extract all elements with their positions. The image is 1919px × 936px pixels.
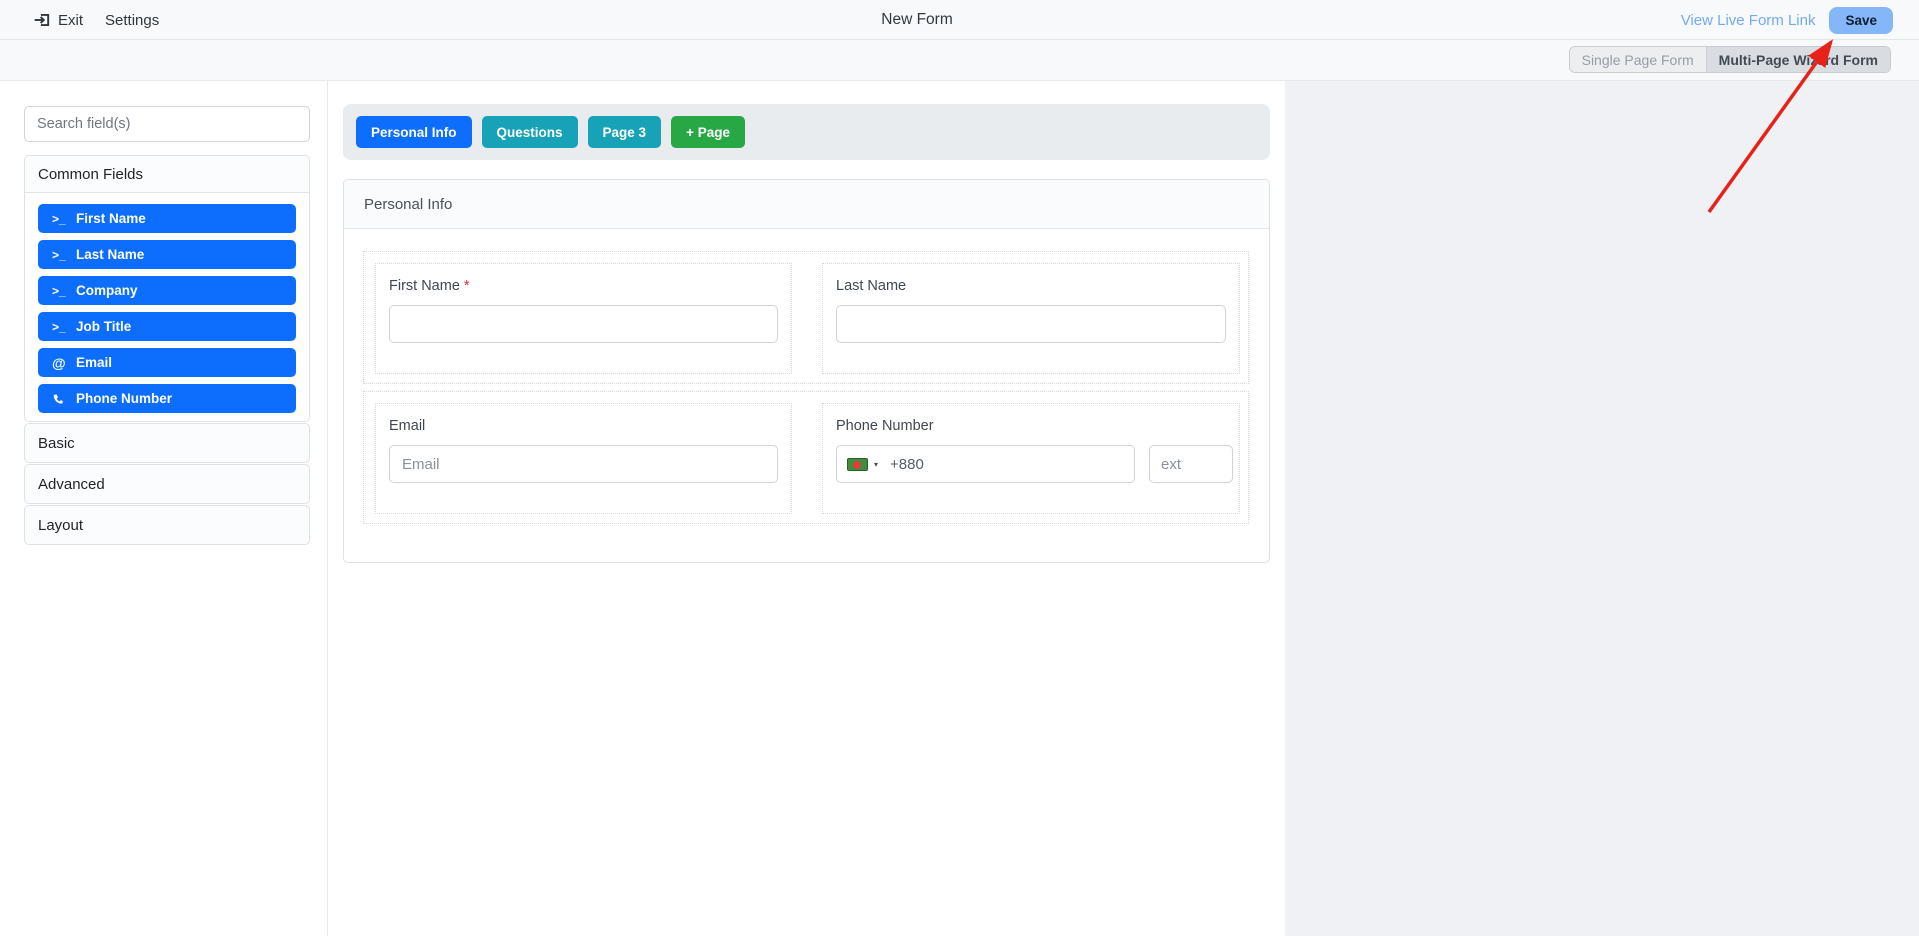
field-button-job-title[interactable]: >_ Job Title [38, 312, 296, 341]
field-block-first-name[interactable]: First Name * [375, 263, 792, 374]
tab-page-3[interactable]: Page 3 [587, 116, 662, 148]
mode-toggle-bar: Single Page Form Multi-Page Wizard Form [0, 40, 1919, 81]
form-mode-toggle-group: Single Page Form Multi-Page Wizard Form [1568, 46, 1891, 73]
common-fields-panel: Common Fields >_ First Name >_ Last Name… [24, 155, 310, 422]
sidebar-section-advanced[interactable]: Advanced [24, 464, 310, 504]
field-button-label: Company [76, 283, 138, 298]
at-icon: @ [52, 354, 66, 371]
field-button-label: Job Title [76, 319, 132, 334]
sidebar-section-basic[interactable]: Basic [24, 423, 310, 463]
save-button[interactable]: Save [1829, 6, 1893, 34]
terminal-input-icon: >_ [52, 283, 66, 298]
required-asterisk: * [463, 278, 470, 294]
settings-button[interactable]: Settings [105, 12, 159, 29]
form-page-title: Personal Info [344, 180, 1269, 229]
exit-icon [33, 11, 51, 29]
field-button-label: Last Name [76, 247, 145, 262]
field-label: Phone Number [836, 418, 934, 434]
search-fields-input[interactable] [24, 106, 310, 142]
form-row: First Name * Last Name [363, 251, 1249, 384]
add-page-button[interactable]: + Page [671, 116, 745, 148]
view-live-form-link[interactable]: View Live Form Link [1681, 12, 1816, 29]
tab-questions[interactable]: Questions [481, 116, 578, 148]
sidebar-divider [327, 81, 328, 936]
single-page-form-toggle[interactable]: Single Page Form [1569, 47, 1706, 72]
field-label: Last Name [836, 278, 907, 294]
field-block-last-name[interactable]: Last Name [822, 263, 1240, 374]
terminal-input-icon: >_ [52, 247, 66, 262]
form-row: Email Phone Number ▾ +880 [363, 391, 1249, 524]
terminal-input-icon: >_ [52, 211, 66, 226]
phone-icon [52, 392, 76, 405]
page-tabs-bar: Personal Info Questions Page 3 + Page [343, 104, 1270, 160]
form-page-card: Personal Info First Name * Last Name Emai… [343, 179, 1270, 563]
field-block-email[interactable]: Email [375, 403, 792, 514]
exit-button[interactable]: Exit [33, 11, 83, 29]
exit-label: Exit [58, 11, 84, 29]
field-button-phone-number[interactable]: Phone Number [38, 384, 296, 413]
terminal-input-icon: >_ [52, 319, 66, 334]
form-builder-app: Exit Settings New Form View Live Form Li… [0, 0, 1919, 936]
first-name-input[interactable] [389, 305, 778, 343]
sidebar-section-layout[interactable]: Layout [24, 505, 310, 545]
field-button-email[interactable]: @ Email [38, 348, 296, 377]
section-label: Layout [38, 516, 84, 534]
common-fields-title: Common Fields [25, 156, 309, 193]
email-input[interactable] [389, 445, 778, 483]
field-label: Email [389, 418, 426, 434]
top-navbar: Exit Settings New Form View Live Form Li… [0, 0, 1919, 40]
field-button-company[interactable]: >_ Company [38, 276, 296, 305]
settings-label: Settings [105, 11, 160, 29]
phone-ext-input[interactable] [1149, 445, 1233, 483]
dial-code: +880 [890, 455, 924, 473]
section-label: Basic [38, 434, 75, 452]
phone-number-input[interactable]: ▾ +880 [836, 445, 1135, 483]
country-dropdown-caret-icon[interactable]: ▾ [874, 460, 878, 469]
last-name-input[interactable] [836, 305, 1226, 343]
page-title: New Form [881, 11, 953, 28]
field-button-label: First Name [76, 211, 146, 226]
field-button-label: Email [76, 355, 113, 370]
field-label: First Name * [389, 278, 470, 294]
field-button-label: Phone Number [76, 391, 173, 406]
field-button-last-name[interactable]: >_ Last Name [38, 240, 296, 269]
field-block-phone-number[interactable]: Phone Number ▾ +880 [822, 403, 1240, 514]
field-button-first-name[interactable]: >_ First Name [38, 204, 296, 233]
bangladesh-flag-icon [847, 457, 868, 471]
multi-page-wizard-form-toggle[interactable]: Multi-Page Wizard Form [1705, 47, 1890, 72]
tab-personal-info[interactable]: Personal Info [356, 116, 472, 148]
section-label: Advanced [38, 475, 105, 493]
